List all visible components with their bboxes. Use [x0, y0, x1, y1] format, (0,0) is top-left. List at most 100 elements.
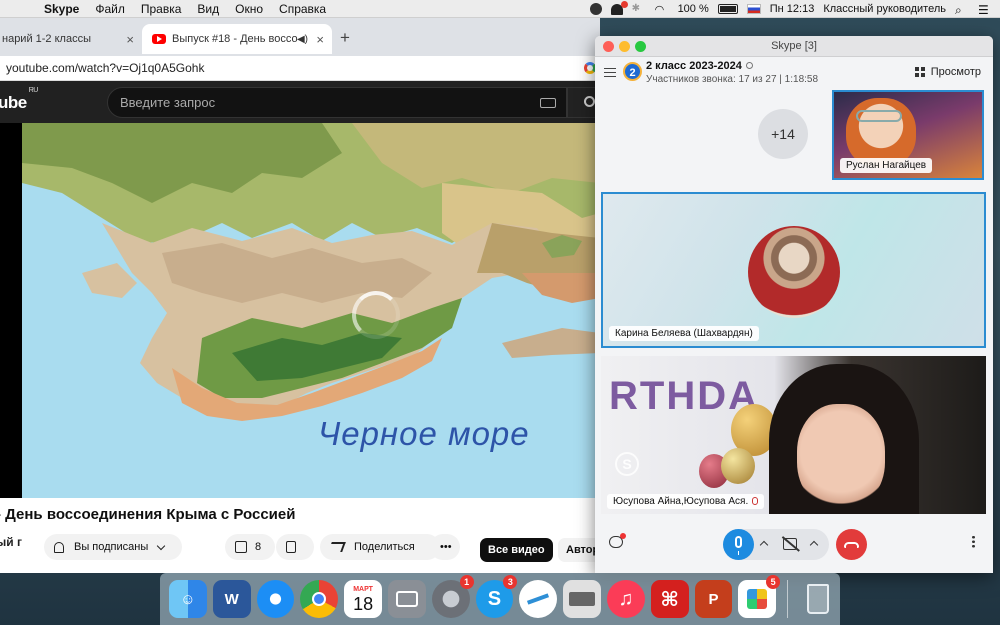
call-controls: [595, 522, 993, 567]
mic-options-chevron-icon[interactable]: [759, 540, 769, 550]
notification-badge: 5: [766, 575, 781, 589]
muted-mic-icon: [752, 497, 759, 506]
powerpoint-icon[interactable]: P: [694, 580, 733, 618]
address-bar[interactable]: youtube.com/watch?v=Oj1q0A5Gohk: [0, 56, 600, 81]
menubar-user[interactable]: Классный руководитель: [823, 3, 946, 15]
search-input[interactable]: Введите запрос: [107, 87, 567, 118]
input-source-flag-icon[interactable]: [746, 4, 761, 14]
wifi-icon[interactable]: ◠: [655, 3, 669, 16]
search-icon: [584, 96, 595, 107]
battery-icon[interactable]: [717, 4, 738, 14]
camera-off-icon[interactable]: [783, 538, 797, 550]
url-text[interactable]: youtube.com/watch?v=Oj1q0A5Gohk: [6, 61, 204, 75]
safari-icon[interactable]: [256, 580, 295, 618]
subscribed-button[interactable]: Вы подписаны: [44, 534, 182, 560]
close-tab-icon[interactable]: ×: [126, 32, 134, 47]
menu-window[interactable]: Окно: [227, 2, 271, 16]
close-window-icon[interactable]: [603, 41, 614, 52]
word-icon[interactable]: W: [212, 580, 251, 618]
close-tab-icon[interactable]: ×: [316, 32, 324, 47]
hang-up-button[interactable]: [836, 529, 867, 560]
view-button[interactable]: Просмотр: [914, 66, 981, 78]
participant-name: Руслан Нагайцев: [840, 158, 933, 173]
tab-youtube-video[interactable]: Выпуск #18 - День воссо ◀) ×: [142, 24, 332, 54]
printer-icon[interactable]: [563, 580, 601, 618]
youtube-header: ubeRU Введите запрос: [0, 81, 600, 123]
chrome-icon[interactable]: [300, 580, 339, 618]
trash-icon[interactable]: [799, 580, 837, 618]
share-button[interactable]: Поделиться: [320, 534, 440, 560]
menu-file[interactable]: Файл: [87, 2, 133, 16]
thumbs-up-icon: [235, 541, 247, 553]
more-actions-button[interactable]: •••: [430, 534, 460, 560]
zoom-window-icon[interactable]: [635, 41, 646, 52]
finder-icon[interactable]: ☺: [169, 580, 207, 618]
media-controls: [723, 529, 829, 560]
notification-bell-icon[interactable]: [610, 0, 628, 15]
like-button[interactable]: 8: [225, 534, 275, 560]
participant-avatar: [748, 226, 840, 318]
call-info: Участников звонка: 17 из 27 | 1:18:58: [646, 74, 819, 85]
acrobat-icon[interactable]: ⌘: [650, 580, 689, 618]
video-player[interactable]: Черное море: [0, 123, 600, 498]
search-placeholder: Введите запрос: [120, 95, 216, 110]
camera-options-chevron-icon[interactable]: [809, 540, 819, 550]
hamburger-menu-icon[interactable]: [604, 68, 616, 77]
checkmark-status-icon[interactable]: [589, 3, 602, 15]
spotlight-search-icon[interactable]: ⌕: [955, 3, 969, 17]
calendar-icon[interactable]: МАРТ 18: [344, 580, 382, 618]
thumbs-down-icon: [286, 541, 296, 553]
chevron-down-icon: [157, 541, 166, 550]
more-participants-badge[interactable]: +14: [758, 109, 808, 159]
microphone-button[interactable]: [723, 529, 754, 560]
crimea-map: Черное море: [22, 123, 600, 498]
sea-label: Черное море: [318, 415, 530, 452]
menu-help[interactable]: Справка: [271, 2, 334, 16]
tab-label: нарий 1-2 классы: [2, 33, 91, 45]
grid-view-icon: [914, 66, 926, 78]
gift-app-icon[interactable]: 5: [738, 575, 781, 618]
channel-name[interactable]: ый г: [0, 535, 22, 549]
participant-tile-active[interactable]: Карина Беляева (Шахвардян): [601, 192, 986, 348]
settings-icon[interactable]: [745, 62, 753, 69]
keyboard-icon[interactable]: [540, 98, 556, 108]
tab-bar: нарий 1-2 классы × Выпуск #18 - День вос…: [0, 18, 600, 56]
skype-titlebar: Skype [3]: [595, 36, 993, 57]
video-info: - День воссоединения Крыма с Россией ый …: [0, 498, 600, 562]
menubar-clock[interactable]: Пн 12:13: [770, 3, 815, 15]
browser-window: нарий 1-2 классы × Выпуск #18 - День вос…: [0, 18, 600, 573]
participant-glasses: [856, 110, 902, 122]
vpn-icon[interactable]: [519, 580, 558, 618]
notification-badge: 1: [459, 575, 474, 589]
preview-icon[interactable]: [387, 580, 426, 618]
group-title[interactable]: 2 класс 2023-2024: [646, 60, 753, 72]
system-preferences-icon[interactable]: 1: [431, 575, 474, 618]
menu-app-name[interactable]: Skype: [36, 2, 87, 16]
menu-edit[interactable]: Правка: [133, 2, 190, 16]
share-label: Поделиться: [354, 541, 415, 553]
control-center-icon[interactable]: ☰: [978, 3, 992, 17]
participant-tile[interactable]: RTHDA S Юсупова Айна,Юсупова Ася.: [601, 356, 986, 514]
balloon: [721, 448, 755, 484]
share-icon: [328, 542, 346, 552]
like-count: 8: [255, 541, 262, 553]
more-options-icon[interactable]: [972, 535, 975, 548]
loading-spinner: [352, 291, 400, 339]
tab-seminar[interactable]: нарий 1-2 классы ×: [0, 24, 142, 54]
speaker-icon[interactable]: ◀): [297, 34, 308, 45]
dislike-button[interactable]: [276, 534, 314, 560]
minimize-window-icon[interactable]: [619, 41, 630, 52]
chip-author[interactable]: Автор: [558, 538, 600, 562]
participant-tile[interactable]: Руслан Нагайцев: [832, 90, 984, 180]
new-tab-button[interactable]: +: [340, 28, 350, 48]
skype-icon[interactable]: S 3: [475, 575, 518, 618]
youtube-logo[interactable]: ubeRU: [0, 87, 38, 113]
chat-icon[interactable]: [609, 533, 626, 548]
youtube-favicon-icon: [152, 34, 166, 44]
bluetooth-icon[interactable]: ✱: [632, 3, 646, 15]
music-icon[interactable]: ♫: [606, 580, 645, 618]
menu-view[interactable]: Вид: [189, 2, 227, 16]
group-avatar[interactable]: 2: [623, 62, 642, 81]
chip-all-videos[interactable]: Все видео: [480, 538, 553, 562]
menu-bar: Skype Файл Правка Вид Окно Справка ✱ ◠ 1…: [0, 0, 1000, 18]
